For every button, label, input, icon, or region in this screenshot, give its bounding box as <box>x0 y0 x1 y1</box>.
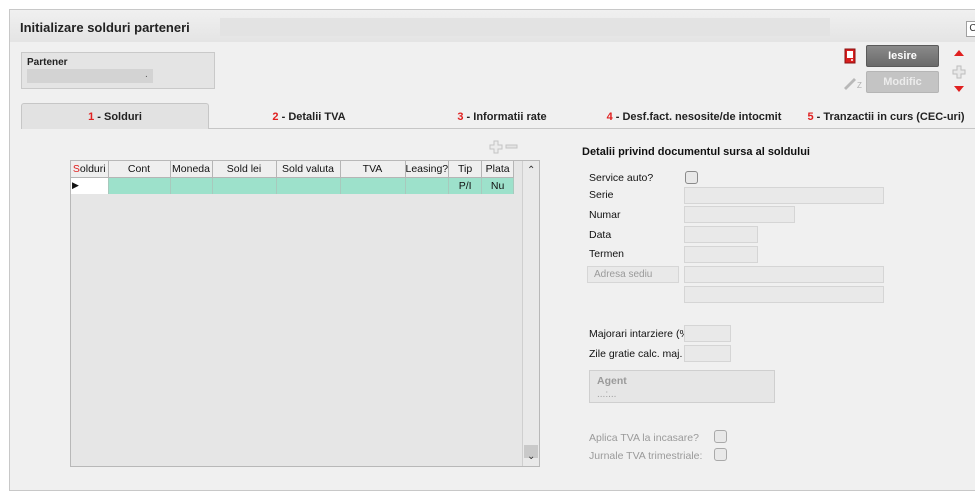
tab-bar: 1 - Solduri 2 - Detalii TVA 3 - Informat… <box>10 103 975 129</box>
col-sold-valuta[interactable]: Sold valuta <box>276 161 341 178</box>
grid-scrollbar[interactable]: ⌃ ⌄ <box>522 161 539 466</box>
col-tip[interactable]: Tip <box>448 161 483 178</box>
data-label: Data <box>589 229 612 241</box>
balances-grid[interactable]: Solduri Cont Moneda Sold lei Sold valuta… <box>70 160 540 467</box>
title-bar: Initializare solduri parteneri <box>10 10 975 42</box>
move-down-icon[interactable] <box>954 86 964 92</box>
cell-sold-valuta[interactable] <box>276 177 341 194</box>
aplica-tva-label: Aplica TVA la incasare? <box>589 432 699 444</box>
row-marker: ▶ <box>71 177 109 194</box>
jurnale-tva-checkbox[interactable] <box>714 448 727 461</box>
grid-tools <box>489 140 518 154</box>
tab-detalii-tva[interactable]: 2 - Detalii TVA <box>215 106 403 129</box>
table-row[interactable]: ▶ P/I Nu <box>71 177 515 194</box>
tab-informatii-rate[interactable]: 3 - Informatii rate <box>408 106 596 129</box>
majorari-label: Majorari intarziere (%) <box>589 328 693 340</box>
move-up-icon[interactable] <box>954 50 964 56</box>
serie-label: Serie <box>589 189 614 201</box>
service-auto-label: Service auto? <box>589 172 654 184</box>
col-moneda[interactable]: Moneda <box>170 161 213 178</box>
serie-field[interactable] <box>684 187 884 204</box>
cell-plata[interactable]: Nu <box>481 177 515 194</box>
numar-label: Numar <box>589 209 621 221</box>
partner-value: . <box>27 69 153 83</box>
cell-tip[interactable]: P/I <box>448 177 483 194</box>
agent-field[interactable]: Agent ...:... <box>589 370 775 403</box>
tab-tranzactii[interactable]: 5 - Tranzactii in curs (CEC-uri) <box>796 106 975 129</box>
tab-label: - Informatii rate <box>463 111 547 123</box>
aplica-tva-checkbox[interactable] <box>714 430 727 443</box>
majorari-field[interactable] <box>684 325 731 342</box>
details-title: Detalii privind documentul sursa al sold… <box>582 146 810 158</box>
cell-leasing[interactable] <box>405 177 450 194</box>
exit-button[interactable]: Iesire <box>866 45 939 67</box>
balances-table: Solduri Cont Moneda Sold lei Sold valuta… <box>71 161 515 194</box>
cell-cont[interactable] <box>108 177 171 194</box>
row-marker-icon: ▶ <box>72 180 79 191</box>
adresa-sediu-button[interactable]: Adresa sediu <box>587 266 679 283</box>
tab-desf-fact[interactable]: 4 - Desf.fact. nesosite/de intocmit <box>594 106 794 129</box>
service-auto-checkbox[interactable] <box>685 171 698 184</box>
col-solduri-first: S <box>72 162 80 175</box>
main-window: Initializare solduri parteneri C Partene… <box>9 9 975 491</box>
col-tva[interactable]: TVA <box>340 161 406 178</box>
tab-label: - Tranzactii in curs (CEC-uri) <box>813 111 965 123</box>
numar-field[interactable] <box>684 206 795 223</box>
termen-label: Termen <box>589 248 625 260</box>
col-solduri[interactable]: Solduri <box>71 161 109 178</box>
edit-pen-icon: Z <box>844 78 862 90</box>
tab-label: - Solduri <box>94 111 142 123</box>
termen-field[interactable] <box>684 246 758 263</box>
zile-gratie-field[interactable] <box>684 345 731 362</box>
svg-text:Z: Z <box>857 81 862 90</box>
tab-underline <box>208 128 975 129</box>
add-icon[interactable] <box>952 65 966 79</box>
adresa-field-1[interactable] <box>684 266 884 283</box>
col-solduri-rest: olduri <box>79 162 106 175</box>
col-leasing[interactable]: Leasing? <box>405 161 450 178</box>
add-row-icon[interactable] <box>489 140 503 154</box>
tab-solduri[interactable]: 1 - Solduri <box>21 103 209 129</box>
adresa-field-2[interactable] <box>684 286 884 303</box>
partner-field[interactable]: Partener . <box>21 52 215 89</box>
tab-label: - Detalii TVA <box>278 111 346 123</box>
cell-tva[interactable] <box>340 177 406 194</box>
col-cont[interactable]: Cont <box>108 161 171 178</box>
agent-label: Agent <box>597 375 627 387</box>
cell-moneda[interactable] <box>170 177 213 194</box>
title-strip <box>220 18 830 36</box>
zile-gratie-label: Zile gratie calc. maj. <box>589 348 683 360</box>
partner-label: Partener <box>27 57 68 68</box>
scroll-down-icon[interactable]: ⌄ <box>527 451 535 462</box>
agent-value: ...:... <box>597 389 617 400</box>
col-sold-lei[interactable]: Sold lei <box>212 161 277 178</box>
tab-label: - Desf.fact. nesosite/de intocmit <box>612 111 782 123</box>
col-plata[interactable]: Plata <box>481 161 515 178</box>
exit-door-icon <box>844 48 856 64</box>
remove-row-icon[interactable] <box>505 144 518 149</box>
scroll-up-icon[interactable]: ⌃ <box>527 165 535 176</box>
corner-button[interactable]: C <box>966 21 975 37</box>
data-field[interactable] <box>684 226 758 243</box>
cell-sold-lei[interactable] <box>212 177 277 194</box>
jurnale-tva-label: Jurnale TVA trimestriale: <box>589 450 703 462</box>
window-title: Initializare solduri parteneri <box>20 20 190 35</box>
modify-button[interactable]: Modific <box>866 71 939 93</box>
